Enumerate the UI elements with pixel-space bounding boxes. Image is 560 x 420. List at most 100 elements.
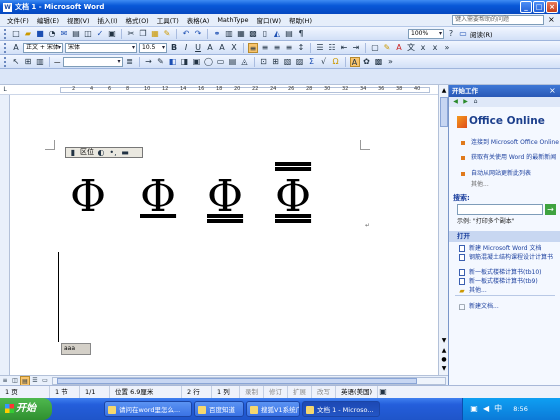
browse-object-icon[interactable]: ● — [440, 356, 448, 364]
h-scroll-thumb[interactable] — [57, 377, 417, 384]
menu-tools[interactable]: 工具(T) — [153, 15, 183, 25]
tables-borders-icon[interactable]: ▥ — [224, 29, 234, 39]
outside-border-icon[interactable]: ▢ — [370, 43, 380, 53]
print-icon[interactable]: ▤ — [71, 29, 81, 39]
normal-view-icon[interactable]: ≡ — [0, 376, 10, 386]
select-objects-icon[interactable]: ↖ — [11, 57, 21, 67]
document-map-icon[interactable]: ▤ — [284, 29, 294, 39]
style-select[interactable]: 正文 + 宋体 — [23, 42, 63, 53]
align-justify-icon[interactable]: ≡ — [248, 42, 258, 53]
read-button-label[interactable]: 阅读(R) — [470, 29, 493, 39]
phi-glyph-underline[interactable]: Φ — [140, 175, 176, 219]
print-view-icon[interactable]: ▤ — [20, 375, 30, 386]
picture-icon[interactable]: ▩ — [374, 57, 384, 67]
hyperlink-icon[interactable]: ⚭ — [212, 29, 222, 39]
align-center-icon[interactable]: ≡ — [260, 43, 270, 53]
vertical-ruler[interactable] — [0, 95, 10, 375]
toolbar-grip[interactable] — [4, 28, 7, 39]
status-extend[interactable]: 扩展 — [288, 386, 312, 398]
insert-excel-icon[interactable]: ▩ — [248, 29, 258, 39]
char-shading-icon[interactable]: A — [217, 43, 227, 53]
link-more[interactable]: 其他... — [471, 181, 559, 189]
insert-table-icon[interactable]: ▦ — [236, 29, 246, 39]
zoom-select[interactable]: 100% — [408, 28, 444, 39]
horizontal-ruler[interactable]: L 2 4 6 8 10 12 14 16 18 20 22 24 26 28 30 32 34 36 38 40 — [0, 85, 448, 95]
scroll-up-icon[interactable]: ▲ — [440, 87, 448, 95]
open-folder-icon[interactable]: ▰ — [23, 29, 33, 39]
open-file-1[interactable]: 新建 Microsoft Word 文档 — [469, 245, 559, 252]
menu-edit[interactable]: 编辑(E) — [33, 15, 63, 25]
columns-icon[interactable]: ▯ — [260, 29, 270, 39]
char-border-icon[interactable]: A — [205, 43, 215, 53]
menu-help[interactable]: 帮助(H) — [285, 15, 316, 25]
toolbar-grip[interactable] — [4, 42, 7, 53]
line-spacing-icon[interactable]: ↕ — [296, 43, 306, 53]
menu-window[interactable]: 窗口(W) — [253, 15, 286, 25]
permission-icon[interactable]: ◔ — [47, 29, 57, 39]
next-page-icon[interactable]: ▼ — [440, 365, 448, 373]
tray-network-icon[interactable]: ▣ — [469, 404, 479, 414]
toolbar-grip[interactable] — [4, 56, 7, 67]
rectangle-icon[interactable]: ▭ — [216, 57, 226, 67]
diagram-icon[interactable]: ◬ — [240, 57, 250, 67]
new-document-icon[interactable]: □ — [11, 29, 21, 39]
horizontal-scrollbar[interactable] — [52, 376, 446, 385]
toolbar-options-icon[interactable]: » — [442, 43, 452, 53]
pane-forward-icon[interactable]: ▶ — [461, 97, 470, 106]
taskbar-item-word[interactable]: 文档 1 - Microso... — [302, 401, 380, 417]
save-icon[interactable]: ■ — [35, 29, 45, 39]
symbol-icon[interactable]: Ω — [331, 57, 341, 67]
open-file-4[interactable]: 新一板式楼梯计算书(tb9) — [469, 278, 559, 285]
font-size-select[interactable]: 10.5 — [139, 42, 167, 53]
copy-icon[interactable]: ❐ — [138, 29, 148, 39]
label-box[interactable]: aaa — [61, 343, 91, 355]
redo-icon[interactable]: ↷ — [193, 29, 203, 39]
tray-clock[interactable]: 8:56 — [513, 405, 528, 413]
status-language[interactable]: 英语(美国) — [336, 386, 379, 398]
shadow-icon[interactable]: ▣ — [192, 57, 202, 67]
link-auto-update[interactable]: 自动从网站更新此列表 — [471, 170, 559, 178]
line-color-icon[interactable]: ◧ — [168, 57, 178, 67]
frame-icon[interactable]: ⊡ — [259, 57, 269, 67]
styles-icon[interactable]: A — [11, 43, 21, 53]
format-painter-icon[interactable]: ✎ — [162, 29, 172, 39]
font-select[interactable]: 宋体 — [65, 42, 137, 53]
spelling-icon[interactable]: ✓ — [95, 29, 105, 39]
menu-view[interactable]: 视图(V) — [63, 15, 94, 25]
help-icon[interactable]: ? — [446, 29, 456, 39]
distribute-icon[interactable]: ▥ — [35, 57, 45, 67]
pen-icon[interactable]: ✎ — [156, 57, 166, 67]
shapes-icon[interactable]: ◯ — [204, 57, 214, 67]
phi-glyph-over-under[interactable]: Φ — [275, 175, 311, 219]
show-hide-icon[interactable]: ¶ — [296, 29, 306, 39]
scroll-thumb[interactable] — [440, 97, 448, 127]
phi-glyph[interactable]: Φ — [70, 175, 106, 219]
equation-icon[interactable]: √ — [319, 57, 329, 67]
close-button[interactable]: × — [546, 1, 558, 13]
phi-glyph-double-underline[interactable]: Φ — [207, 175, 243, 219]
vertical-scrollbar[interactable]: ▲ ▼ ▲ ● ▼ — [438, 85, 448, 375]
status-track[interactable]: 修订 — [264, 386, 288, 398]
status-record[interactable]: 录制 — [240, 386, 264, 398]
open-other-link[interactable]: 其他... — [469, 287, 559, 294]
status-overtype[interactable]: 改写 — [312, 386, 336, 398]
menu-format[interactable]: 格式(O) — [122, 15, 153, 25]
superscript-icon[interactable]: x — [418, 43, 428, 53]
undo-icon[interactable]: ↶ — [181, 29, 191, 39]
new-document-link[interactable]: 新建文档... — [469, 303, 559, 310]
reading-view-icon[interactable]: ▭ — [40, 376, 50, 386]
menu-insert[interactable]: 插入(I) — [94, 15, 122, 25]
wordart-icon[interactable]: A — [349, 56, 360, 67]
link-latest-news[interactable]: 获取有关使用 Word 的最新新闻 — [471, 154, 559, 162]
numbering-icon[interactable]: ☰ — [315, 43, 325, 53]
font-color-button[interactable]: A — [394, 43, 404, 53]
task-pane-close-icon[interactable]: × — [549, 85, 556, 97]
grid-icon[interactable]: ⊞ — [271, 57, 281, 67]
send-back-icon[interactable]: ▨ — [295, 57, 305, 67]
email-icon[interactable]: ✉ — [59, 29, 69, 39]
ime-grip-icon[interactable]: ▮ — [68, 148, 78, 158]
align-objects-icon[interactable]: ⊞ — [23, 57, 33, 67]
open-file-2[interactable]: 钢筋混凝土结构课程设计计算书 — [469, 254, 559, 261]
taskbar-item-sohu[interactable]: 搜狐V1系统广播 — [246, 401, 300, 417]
outline-view-icon[interactable]: ☰ — [30, 376, 40, 386]
